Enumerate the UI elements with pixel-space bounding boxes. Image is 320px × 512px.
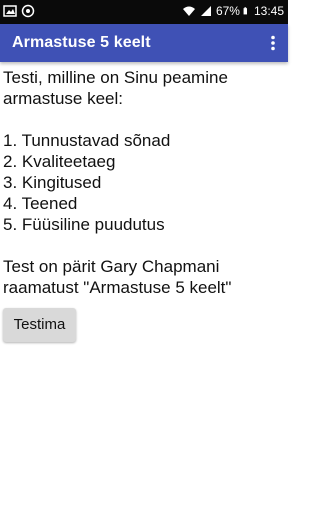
wifi-icon [182, 6, 195, 16]
image-icon [3, 5, 17, 17]
status-bar-right: 67% 13:45 [182, 4, 284, 18]
source-line-2: raamatust "Armastuse 5 keelt" [3, 278, 232, 297]
list-item: 5. Füüsiline puudutus [3, 215, 165, 234]
list-item: 3. Kingitused [3, 173, 102, 192]
start-test-button[interactable]: Testima [3, 308, 76, 342]
app-bar: Armastuse 5 keelt [0, 24, 288, 62]
battery-percent: 67% [215, 4, 240, 18]
love-languages-list: 1. Tunnustavad sõnad 2. Kvaliteetaeg 3. … [3, 130, 285, 235]
signal-icon [200, 6, 211, 16]
notification-icon [21, 4, 35, 18]
list-item: 4. Teened [3, 194, 78, 213]
intro-line-2: armastuse keel: [3, 89, 123, 108]
battery-icon [243, 7, 247, 15]
source-line-1: Test on pärit Gary Chapmani [3, 257, 220, 276]
list-item: 1. Tunnustavad sõnad [3, 131, 171, 150]
main-content: Testi, milline on Sinu peamine armastuse… [3, 67, 285, 298]
status-time: 13:45 [253, 4, 284, 18]
intro-line-1: Testi, milline on Sinu peamine [3, 68, 228, 87]
app-title: Armastuse 5 keelt [12, 34, 151, 51]
list-item: 2. Kvaliteetaeg [3, 152, 116, 171]
more-vert-icon[interactable] [270, 35, 276, 51]
status-bar: 67% 13:45 [0, 0, 288, 24]
status-bar-left [3, 4, 35, 18]
